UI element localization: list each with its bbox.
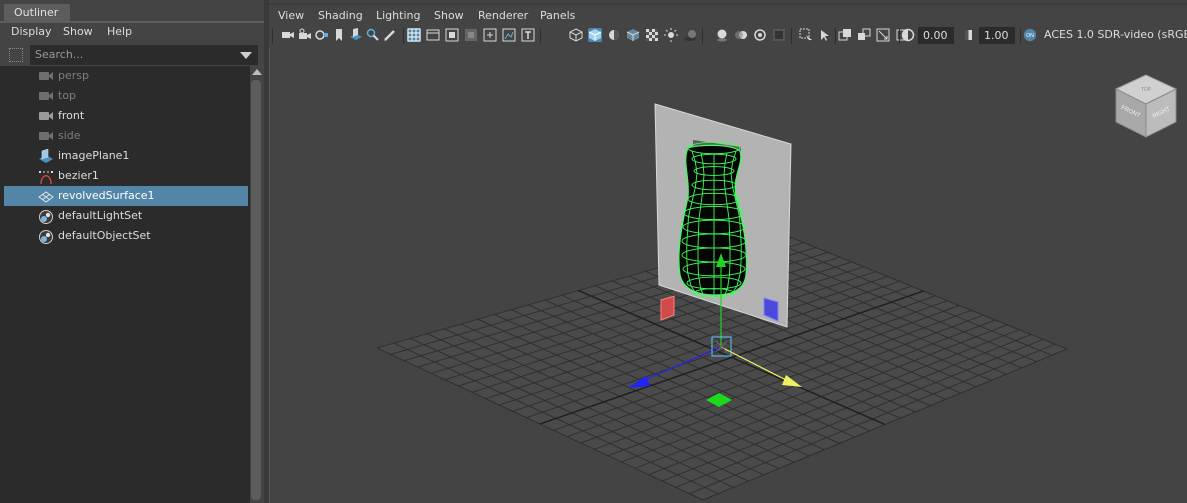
camera-icon	[38, 109, 54, 123]
search-input[interactable]: Search...	[30, 45, 258, 65]
outliner-scrollbar[interactable]	[250, 66, 264, 503]
scene-canvas[interactable]: TOP FRONT RIGHT	[270, 47, 1187, 503]
wireframe-icon[interactable]	[569, 28, 583, 42]
camera-icon	[38, 89, 54, 103]
bezier-curve-icon	[38, 169, 54, 185]
list-item[interactable]: side	[4, 126, 248, 146]
camera-icon	[38, 129, 54, 143]
menu-help[interactable]: Help	[107, 23, 132, 42]
item-label: bezier1	[58, 169, 99, 182]
menu-lighting[interactable]: Lighting	[376, 7, 420, 26]
item-label: front	[58, 109, 85, 122]
item-label: defaultObjectSet	[58, 229, 151, 242]
list-item[interactable]: persp	[4, 66, 248, 86]
xray-joints-icon[interactable]	[818, 28, 832, 42]
grid-toggle-icon[interactable]	[407, 28, 421, 42]
svg-text:ON: ON	[1026, 33, 1034, 39]
two-panel-icon[interactable]	[838, 28, 852, 42]
2d-pan-zoom-icon[interactable]	[366, 28, 380, 42]
list-item[interactable]: defaultObjectSet	[4, 226, 248, 246]
color-management-toggle-icon[interactable]: ON	[1023, 28, 1037, 42]
set-icon	[38, 229, 54, 244]
shadows-icon[interactable]	[683, 28, 697, 42]
list-item[interactable]: defaultLightSet	[4, 206, 248, 226]
anti-aliasing-icon[interactable]	[753, 28, 767, 42]
motion-blur-icon[interactable]	[734, 28, 748, 42]
item-label: side	[58, 129, 81, 142]
list-item-selected[interactable]: revolvedSurface1	[4, 186, 248, 206]
item-label: defaultLightSet	[58, 209, 143, 222]
nurbs-surface-icon	[38, 189, 54, 203]
select-camera-icon[interactable]	[281, 28, 295, 42]
gamma-field[interactable]: 1.00	[979, 27, 1015, 44]
scroll-thumb[interactable]	[251, 80, 261, 500]
grease-pencil-icon[interactable]	[383, 28, 397, 42]
resolution-gate-icon[interactable]	[445, 28, 459, 42]
field-chart-icon[interactable]	[483, 28, 497, 42]
menu-panels[interactable]: Panels	[540, 7, 575, 26]
frame-selected-icon[interactable]	[876, 28, 890, 42]
item-label: top	[58, 89, 77, 102]
bookmark-icon[interactable]	[332, 28, 346, 42]
safe-title-icon[interactable]	[521, 28, 535, 42]
menu-view[interactable]: View	[278, 7, 304, 26]
outliner-menubar: Display Show Help	[0, 23, 264, 42]
scroll-up-arrow-icon[interactable]	[252, 69, 262, 75]
item-label: revolvedSurface1	[58, 189, 155, 202]
search-row: Search...	[0, 44, 264, 66]
item-label: imagePlane1	[58, 149, 130, 162]
default-material-icon[interactable]	[607, 28, 621, 42]
outliner-tab[interactable]: Outliner	[4, 4, 70, 22]
filter-icon[interactable]	[9, 48, 23, 62]
film-gate-icon[interactable]	[426, 28, 440, 42]
gate-mask-icon[interactable]	[464, 28, 478, 42]
view-transform-label[interactable]: ACES 1.0 SDR-video (sRGB)	[1044, 28, 1187, 41]
panel-menubar: View Shading Lighting Show Renderer Pane…	[269, 5, 1187, 25]
menu-show[interactable]: Show	[434, 7, 464, 26]
menu-renderer[interactable]: Renderer	[478, 7, 528, 26]
isolate-select-icon[interactable]	[799, 28, 813, 42]
frame-all-icon[interactable]	[857, 28, 871, 42]
list-item[interactable]: top	[4, 86, 248, 106]
textured-icon[interactable]	[645, 28, 659, 42]
menu-display[interactable]: Display	[11, 23, 52, 42]
safe-action-icon[interactable]	[502, 28, 516, 42]
screen-space-ao-icon[interactable]	[715, 28, 729, 42]
camera-attributes-icon[interactable]	[315, 28, 329, 42]
list-item[interactable]: imagePlane1	[4, 146, 248, 166]
exposure-field[interactable]: 0.00	[918, 27, 954, 44]
3d-viewport[interactable]: TOP FRONT RIGHT	[269, 47, 1187, 503]
use-all-lights-icon[interactable]	[664, 28, 678, 42]
image-plane-icon	[38, 148, 54, 163]
viewcube-top-label: TOP	[1141, 87, 1152, 93]
image-plane-tool-icon[interactable]	[349, 28, 363, 42]
menu-shading[interactable]: Shading	[318, 7, 363, 26]
menu-show[interactable]: Show	[63, 23, 93, 42]
smooth-shade-icon[interactable]	[588, 28, 602, 42]
outliner-tree[interactable]: persp top front side imagePlane1 bezier1…	[0, 66, 250, 503]
exposure-icon[interactable]	[901, 28, 915, 42]
viewport-panel: View Shading Lighting Show Renderer Pane…	[269, 3, 1187, 503]
gamma-icon[interactable]	[962, 28, 976, 42]
lock-camera-icon[interactable]	[298, 28, 312, 42]
camera-icon	[38, 69, 54, 83]
set-icon	[38, 209, 54, 224]
outliner-panel: Outliner Display Show Help Search... per…	[0, 0, 264, 503]
list-item[interactable]: front	[4, 106, 248, 126]
depth-of-field-icon[interactable]	[772, 28, 786, 42]
maya-window: Outliner Display Show Help Search... per…	[0, 0, 1187, 503]
item-label: persp	[58, 69, 89, 82]
xray-icon[interactable]	[626, 28, 640, 42]
revolved-surface[interactable]	[678, 141, 748, 298]
list-item[interactable]: bezier1	[4, 166, 248, 186]
view-cube[interactable]: TOP FRONT RIGHT	[1114, 74, 1178, 138]
panel-toolbar: 0.00 1.00 ON ACES 1.0 SDR-video (sRGB)	[269, 25, 1187, 47]
search-dropdown-arrow-icon[interactable]	[240, 52, 252, 59]
